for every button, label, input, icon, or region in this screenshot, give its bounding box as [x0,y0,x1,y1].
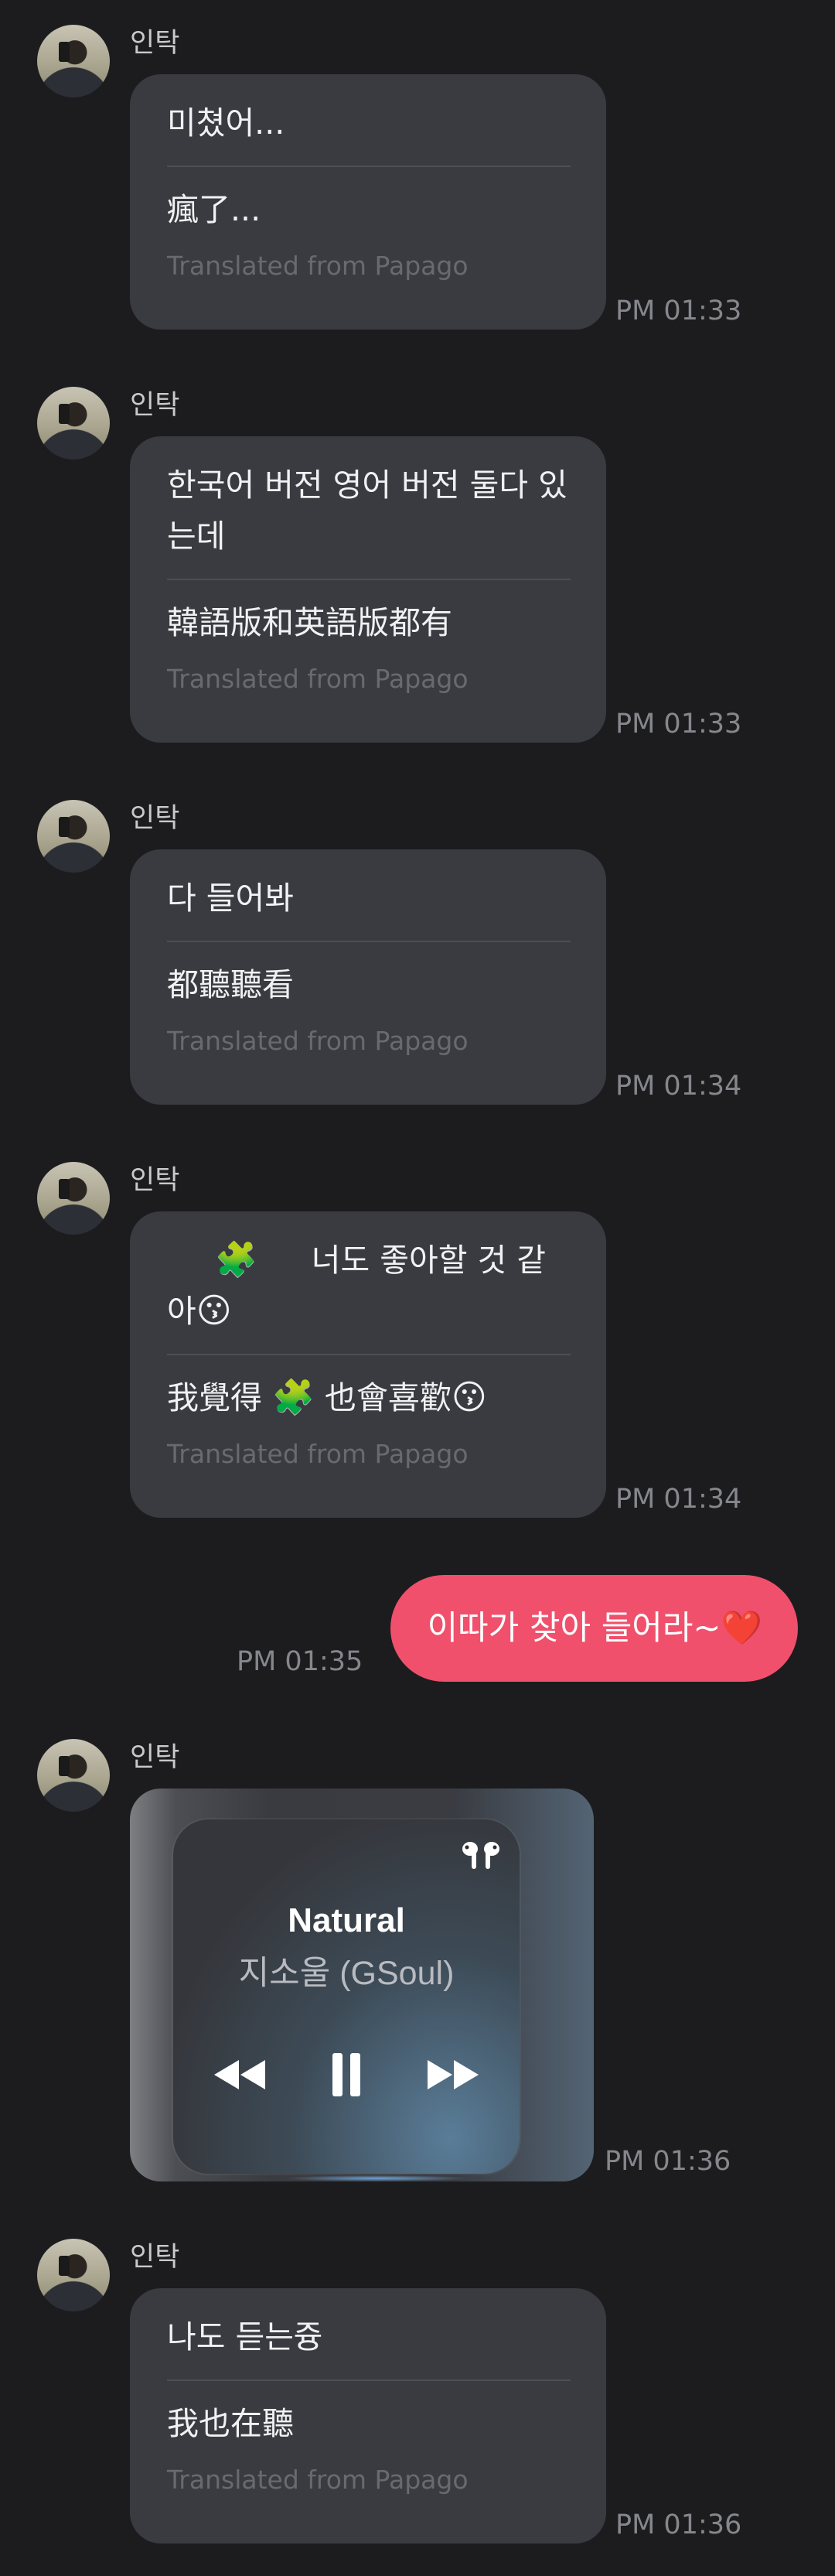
original-text: 미쳤어... [167,97,571,167]
translated-text-pre: 我覺得 [167,1379,262,1416]
sender-name: 인탁 [130,2242,180,2273]
avatar[interactable] [37,800,110,873]
avatar[interactable] [37,25,110,97]
kissing-face-icon: 😗 [451,1378,487,1417]
message-bubble[interactable]: 한국어 버전 영어 버전 둘다 있는데 韓語版和英語版都有 Translated… [130,436,606,743]
kissing-face-icon: 😗 [196,1291,232,1331]
my-message-text: 이따가 찾아 들어라~ [427,1609,721,1648]
original-text: 🧩 너도 좋아할 것 같아😗 [167,1235,571,1355]
message-bubble[interactable]: 🧩 너도 좋아할 것 같아😗 我覺得 🧩 也會喜歡😗 Translated fro… [130,1211,606,1518]
translated-text-post: 也會喜歡 [324,1379,452,1416]
translated-text: 我也在聽 [167,2405,294,2442]
timestamp: PM 01:34 [615,1484,742,1515]
papago-label: Translated from Papago [167,251,469,281]
avatar[interactable] [37,2239,110,2311]
my-message-bubble[interactable]: 이따가 찾아 들어라~❤️ [390,1575,798,1682]
avatar[interactable] [37,1162,110,1235]
puzzle-icon: 🧩 [215,1240,257,1279]
message-bubble[interactable]: 미쳤어... 瘋了... Translated from Papago [130,74,606,330]
translated-text: 我覺得 🧩 也會喜歡😗 [167,1355,571,1423]
avatar[interactable] [37,387,110,460]
timestamp: PM 01:34 [615,1071,742,1102]
original-text: 한국어 버전 영어 버전 둘다 있는데 [167,460,571,580]
heart-icon: ❤️ [721,1609,762,1648]
translated-text: 韓語版和英語版都有 [167,604,452,641]
papago-label: Translated from Papago [167,2465,469,2495]
sender-name: 인탁 [130,1742,180,1773]
sender-name: 인탁 [130,390,180,421]
original-text: 나도 듣는즁 [167,2311,571,2381]
song-title: Natural [288,1901,405,1939]
now-playing-widget: Natural 지소울 (GSoul) [173,1819,520,2174]
airpods-icon [459,1840,503,1881]
timestamp: PM 01:33 [615,709,742,740]
fast-forward-icon[interactable] [422,2050,484,2099]
sender-name: 인탁 [130,803,180,834]
papago-label: Translated from Papago [167,1026,469,1056]
sender-name: 인탁 [130,28,180,59]
translated-text: 瘋了... [167,191,261,228]
sender-name: 인탁 [130,1165,180,1196]
song-artist: 지소울 (GSoul) [238,1955,455,1992]
original-text: 다 들어봐 [167,873,571,942]
card-glow [285,2175,470,2181]
puzzle-icon: 🧩 [272,1378,315,1417]
papago-label: Translated from Papago [167,664,469,694]
pause-icon[interactable] [315,2050,377,2099]
timestamp: PM 01:36 [615,2509,742,2540]
papago-label: Translated from Papago [167,1439,469,1469]
music-player-image[interactable]: Natural 지소울 (GSoul) [130,1789,594,2181]
avatar[interactable] [37,1739,110,1812]
translated-text: 都聽聽看 [167,966,294,1003]
my-message-timestamp: PM 01:35 [237,1646,363,1677]
timestamp: PM 01:36 [605,2146,731,2177]
message-bubble[interactable]: 다 들어봐 都聽聽看 Translated from Papago [130,849,606,1105]
rewind-icon[interactable] [209,2050,271,2099]
timestamp: PM 01:33 [615,296,742,326]
message-bubble[interactable]: 나도 듣는즁 我也在聽 Translated from Papago [130,2288,606,2544]
